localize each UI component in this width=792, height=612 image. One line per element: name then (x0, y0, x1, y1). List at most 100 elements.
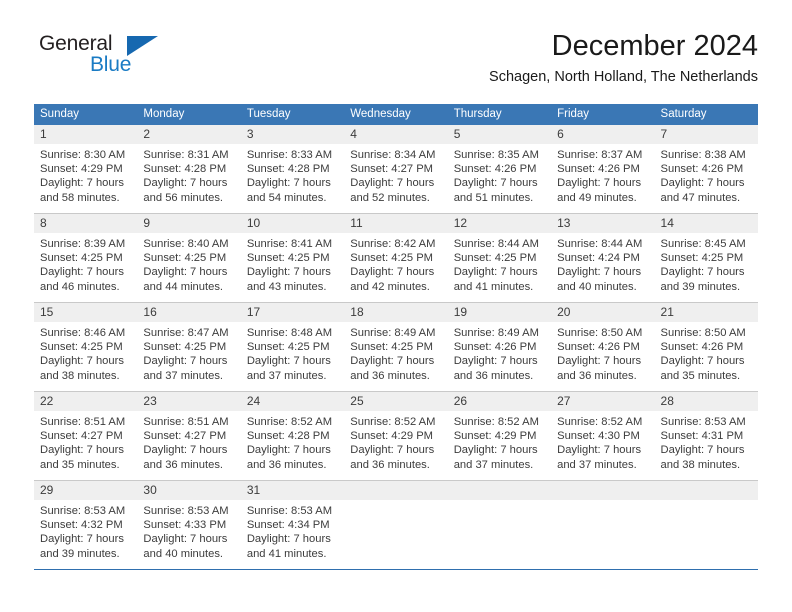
brand-name-blue: Blue (90, 53, 132, 76)
daylight-text-line1: Daylight: 7 hours (453, 177, 538, 190)
sunrise-text: Sunrise: 8:37 AM (557, 149, 643, 161)
day-details: Sunrise: 8:46 AM Sunset: 4:25 PM Dayligh… (34, 322, 137, 383)
calendar-page: General Blue December 2024 Schagen, Nort… (0, 0, 792, 612)
daylight-text-line1: Daylight: 7 hours (143, 177, 228, 190)
day-number: 19 (453, 305, 468, 319)
sunrise-text: Sunrise: 8:39 AM (40, 238, 126, 250)
calendar-day-cell[interactable]: 1 Sunrise: 8:30 AM Sunset: 4:29 PM Dayli… (34, 125, 138, 213)
calendar-day-cell[interactable]: 2 Sunrise: 8:31 AM Sunset: 4:28 PM Dayli… (137, 125, 241, 213)
day-details: Sunrise: 8:52 AM Sunset: 4:28 PM Dayligh… (241, 411, 344, 472)
sunrise-text: Sunrise: 8:47 AM (143, 327, 229, 339)
day-number-band: 25 (344, 392, 448, 411)
day-number-band: 14 (654, 214, 758, 233)
daylight-text-line2: and 37 minutes. (143, 369, 224, 382)
day-number: 31 (246, 483, 261, 497)
day-number-band: 28 (654, 392, 758, 411)
day-number-band (447, 481, 552, 500)
calendar-day-cell[interactable]: 5 Sunrise: 8:35 AM Sunset: 4:26 PM Dayli… (447, 125, 552, 213)
calendar-day-cell[interactable]: 15 Sunrise: 8:46 AM Sunset: 4:25 PM Dayl… (34, 303, 138, 391)
day-details: Sunrise: 8:37 AM Sunset: 4:26 PM Dayligh… (551, 144, 654, 205)
day-details: Sunrise: 8:53 AM Sunset: 4:31 PM Dayligh… (655, 411, 758, 472)
page-header: General Blue December 2024 Schagen, Nort… (34, 28, 758, 98)
day-number-band: 12 (447, 214, 552, 233)
calendar-day-cell[interactable]: 6 Sunrise: 8:37 AM Sunset: 4:26 PM Dayli… (551, 125, 655, 213)
sunrise-text: Sunrise: 8:35 AM (453, 149, 539, 161)
sunset-text: Sunset: 4:25 PM (40, 252, 123, 265)
day-number: 21 (660, 305, 674, 319)
daylight-text-line1: Daylight: 7 hours (557, 444, 642, 457)
calendar-day-cell[interactable]: 30 Sunrise: 8:53 AM Sunset: 4:33 PM Dayl… (137, 481, 241, 569)
daylight-text-line2: and 35 minutes. (660, 369, 741, 382)
calendar-day-cell[interactable]: 10 Sunrise: 8:41 AM Sunset: 4:25 PM Dayl… (240, 214, 345, 302)
calendar-day-cell[interactable]: 14 Sunrise: 8:45 AM Sunset: 4:25 PM Dayl… (654, 214, 758, 302)
calendar-day-cell[interactable]: 4 Sunrise: 8:34 AM Sunset: 4:27 PM Dayli… (344, 125, 448, 213)
calendar-day-cell[interactable]: 23 Sunrise: 8:51 AM Sunset: 4:27 PM Dayl… (137, 392, 241, 480)
day-number-band (344, 481, 448, 500)
sunset-text: Sunset: 4:30 PM (557, 430, 640, 443)
sunrise-text: Sunrise: 8:50 AM (557, 327, 643, 339)
daylight-text-line1: Daylight: 7 hours (40, 533, 124, 546)
daylight-text-line1: Daylight: 7 hours (246, 177, 331, 190)
day-number: 16 (143, 305, 157, 319)
calendar-day-cell[interactable]: 12 Sunrise: 8:44 AM Sunset: 4:25 PM Dayl… (447, 214, 552, 302)
day-number-band (551, 481, 655, 500)
calendar-day-cell[interactable]: 13 Sunrise: 8:44 AM Sunset: 4:24 PM Dayl… (551, 214, 655, 302)
calendar-day-cell[interactable]: 8 Sunrise: 8:39 AM Sunset: 4:25 PM Dayli… (34, 214, 138, 302)
day-number-band: 29 (34, 481, 138, 500)
calendar-week-row: 8 Sunrise: 8:39 AM Sunset: 4:25 PM Dayli… (34, 214, 758, 303)
daylight-text-line1: Daylight: 7 hours (557, 177, 642, 190)
sunset-text: Sunset: 4:25 PM (350, 341, 433, 354)
day-number: 12 (453, 216, 468, 230)
daylight-text-line2: and 40 minutes. (557, 280, 637, 293)
day-details: Sunrise: 8:52 AM Sunset: 4:29 PM Dayligh… (344, 411, 447, 472)
calendar-day-cell[interactable]: 29 Sunrise: 8:53 AM Sunset: 4:32 PM Dayl… (34, 481, 138, 569)
day-details: Sunrise: 8:44 AM Sunset: 4:25 PM Dayligh… (448, 233, 551, 294)
daylight-text-line2: and 36 minutes. (350, 458, 430, 471)
calendar-day-cell[interactable]: 3 Sunrise: 8:33 AM Sunset: 4:28 PM Dayli… (240, 125, 345, 213)
calendar-day-cell[interactable]: 31 Sunrise: 8:53 AM Sunset: 4:34 PM Dayl… (240, 481, 345, 569)
calendar-day-cell[interactable]: 7 Sunrise: 8:38 AM Sunset: 4:26 PM Dayli… (654, 125, 758, 213)
calendar-day-cell[interactable]: 24 Sunrise: 8:52 AM Sunset: 4:28 PM Dayl… (240, 392, 345, 480)
calendar-day-cell[interactable]: 22 Sunrise: 8:51 AM Sunset: 4:27 PM Dayl… (34, 392, 138, 480)
calendar-day-cell[interactable]: 27 Sunrise: 8:52 AM Sunset: 4:30 PM Dayl… (551, 392, 655, 480)
calendar-day-cell[interactable]: 26 Sunrise: 8:52 AM Sunset: 4:29 PM Dayl… (447, 392, 552, 480)
sunset-text: Sunset: 4:26 PM (557, 163, 640, 176)
calendar-day-cell[interactable]: 16 Sunrise: 8:47 AM Sunset: 4:25 PM Dayl… (137, 303, 241, 391)
daylight-text-line2: and 43 minutes. (246, 280, 327, 293)
calendar-day-cell[interactable]: 28 Sunrise: 8:53 AM Sunset: 4:31 PM Dayl… (654, 392, 758, 480)
day-number: 6 (557, 127, 564, 141)
day-details: Sunrise: 8:51 AM Sunset: 4:27 PM Dayligh… (137, 411, 240, 472)
daylight-text-line1: Daylight: 7 hours (246, 533, 331, 546)
calendar-day-cell[interactable]: 9 Sunrise: 8:40 AM Sunset: 4:25 PM Dayli… (137, 214, 241, 302)
sunrise-text: Sunrise: 8:53 AM (660, 416, 746, 428)
brand-logo[interactable]: General Blue (34, 32, 204, 88)
sunrise-text: Sunrise: 8:52 AM (557, 416, 643, 428)
sunset-text: Sunset: 4:29 PM (40, 163, 123, 176)
calendar-day-cell[interactable]: 20 Sunrise: 8:50 AM Sunset: 4:26 PM Dayl… (551, 303, 655, 391)
sunrise-text: Sunrise: 8:46 AM (40, 327, 126, 339)
calendar-day-cell[interactable]: 21 Sunrise: 8:50 AM Sunset: 4:26 PM Dayl… (654, 303, 758, 391)
daylight-text-line1: Daylight: 7 hours (660, 444, 745, 457)
day-details: Sunrise: 8:49 AM Sunset: 4:25 PM Dayligh… (344, 322, 447, 383)
day-details: Sunrise: 8:47 AM Sunset: 4:25 PM Dayligh… (137, 322, 240, 383)
day-number-band: 30 (137, 481, 241, 500)
daylight-text-line1: Daylight: 7 hours (246, 266, 331, 279)
calendar-day-cell[interactable]: 18 Sunrise: 8:49 AM Sunset: 4:25 PM Dayl… (344, 303, 448, 391)
daylight-text-line1: Daylight: 7 hours (40, 177, 124, 190)
calendar-day-cell[interactable]: 11 Sunrise: 8:42 AM Sunset: 4:25 PM Dayl… (344, 214, 448, 302)
calendar-day-cell[interactable]: 17 Sunrise: 8:48 AM Sunset: 4:25 PM Dayl… (240, 303, 345, 391)
sunset-text: Sunset: 4:29 PM (350, 430, 433, 443)
daylight-text-line2: and 38 minutes. (660, 458, 741, 471)
sunrise-text: Sunrise: 8:52 AM (350, 416, 436, 428)
day-number-band: 10 (240, 214, 345, 233)
daylight-text-line2: and 36 minutes. (350, 369, 430, 382)
day-number-band: 17 (240, 303, 345, 322)
calendar-day-cell[interactable]: 19 Sunrise: 8:49 AM Sunset: 4:26 PM Dayl… (447, 303, 552, 391)
daylight-text-line1: Daylight: 7 hours (557, 266, 642, 279)
sunrise-text: Sunrise: 8:31 AM (143, 149, 229, 161)
sunrise-text: Sunrise: 8:52 AM (453, 416, 539, 428)
day-details: Sunrise: 8:44 AM Sunset: 4:24 PM Dayligh… (551, 233, 654, 294)
sunset-text: Sunset: 4:25 PM (246, 341, 330, 354)
calendar-day-cell[interactable]: 25 Sunrise: 8:52 AM Sunset: 4:29 PM Dayl… (344, 392, 448, 480)
sunset-text: Sunset: 4:26 PM (557, 341, 640, 354)
